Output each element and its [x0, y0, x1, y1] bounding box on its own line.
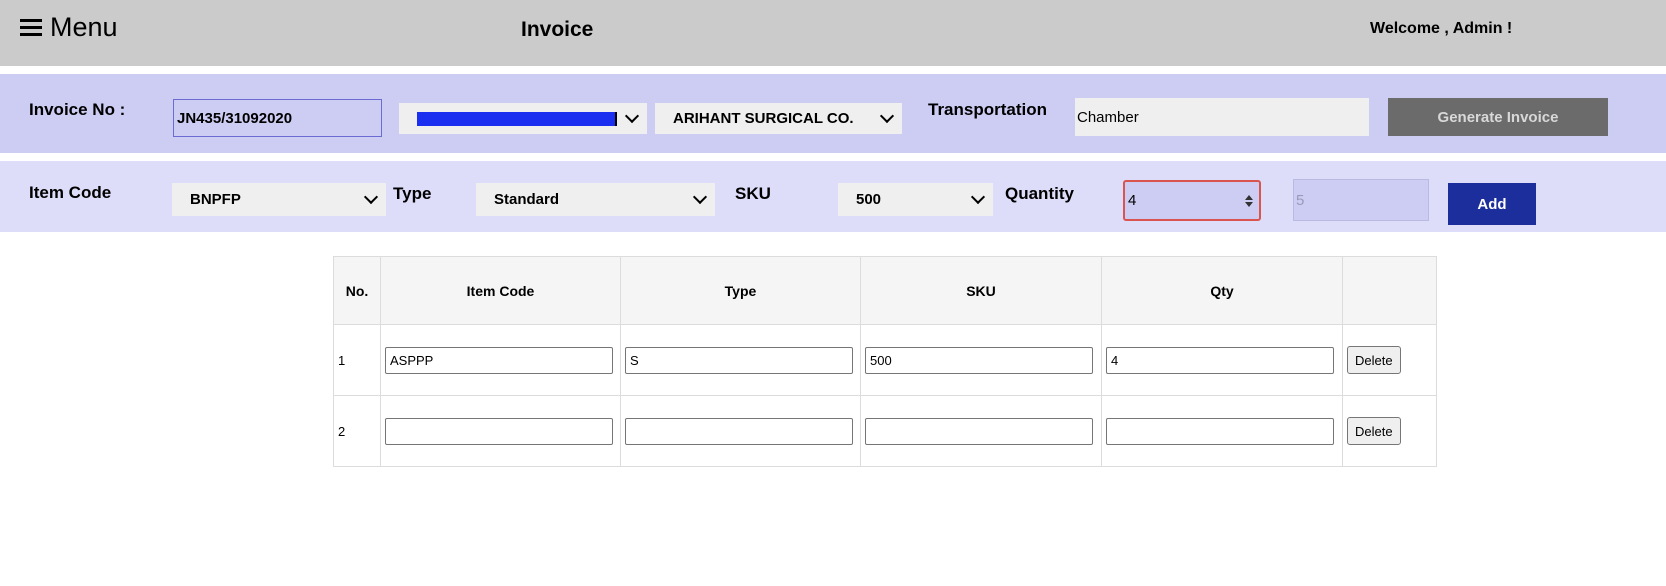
- invoice-no-label: Invoice No :: [29, 100, 126, 119]
- quantity-stepper[interactable]: 4: [1123, 180, 1261, 221]
- chevron-down-icon: [970, 189, 986, 205]
- row-sku-input[interactable]: [865, 417, 1093, 445]
- row-type-input[interactable]: S: [625, 346, 853, 374]
- divider: [0, 66, 1666, 74]
- quantity-label: Quantity: [1005, 184, 1074, 203]
- column-header-action: [1342, 256, 1437, 325]
- chevron-down-icon: [692, 189, 708, 205]
- type-label: Type: [393, 184, 432, 203]
- row-qty-input[interactable]: [1106, 417, 1334, 445]
- spinner-icon[interactable]: [1245, 194, 1253, 207]
- item-code-select-value: BNPFP: [190, 191, 241, 208]
- table-row: 1 ASPPP S 500 4 Delete: [333, 324, 1437, 396]
- generate-invoice-button[interactable]: Generate Invoice: [1388, 98, 1608, 136]
- transportation-label: Transportation: [928, 100, 1048, 119]
- menu-button[interactable]: Menu: [20, 12, 118, 43]
- column-header-sku: SKU: [860, 256, 1102, 325]
- company-select[interactable]: [399, 103, 647, 134]
- table-header-row: No. Item Code Type SKU Qty: [333, 256, 1437, 325]
- add-item-button[interactable]: Add: [1448, 183, 1536, 225]
- row-qty-input[interactable]: 4: [1106, 346, 1334, 374]
- chevron-down-icon: [363, 189, 379, 205]
- row-number: 1: [333, 324, 381, 396]
- sku-label: SKU: [735, 184, 771, 203]
- page-title: Invoice: [521, 18, 594, 41]
- items-table: No. Item Code Type SKU Qty 1 ASPPP S 500…: [333, 256, 1437, 467]
- item-code-label: Item Code: [29, 183, 112, 202]
- item-code-select[interactable]: BNPFP: [172, 183, 386, 216]
- delete-button[interactable]: Delete: [1347, 417, 1401, 445]
- row-item-code-input[interactable]: [385, 417, 613, 445]
- transportation-input[interactable]: Chamber: [1075, 98, 1369, 136]
- stock-field: 5: [1293, 179, 1429, 221]
- invoice-no-input[interactable]: JN435/31092020: [173, 99, 382, 137]
- column-header-item-code: Item Code: [380, 256, 621, 325]
- table-row: 2 Delete: [333, 395, 1437, 467]
- supplier-select-value: ARIHANT SURGICAL CO.: [673, 110, 854, 127]
- column-header-qty: Qty: [1101, 256, 1343, 325]
- row-number: 2: [333, 395, 381, 467]
- quantity-value: 4: [1128, 192, 1137, 209]
- redacted-value: [417, 111, 617, 126]
- welcome-text: Welcome , Admin !: [1370, 20, 1513, 37]
- sku-select[interactable]: 500: [838, 183, 993, 216]
- delete-button[interactable]: Delete: [1347, 346, 1401, 374]
- menu-label: Menu: [50, 12, 118, 42]
- column-header-no: No.: [333, 256, 381, 325]
- row-sku-input[interactable]: 500: [865, 346, 1093, 374]
- row-item-code-input[interactable]: ASPPP: [385, 346, 613, 374]
- sku-select-value: 500: [856, 191, 882, 208]
- type-select-value: Standard: [494, 191, 560, 208]
- chevron-down-icon: [624, 108, 640, 124]
- supplier-select[interactable]: ARIHANT SURGICAL CO.: [655, 103, 902, 134]
- hamburger-icon: [20, 15, 42, 40]
- column-header-type: Type: [620, 256, 861, 325]
- type-select[interactable]: Standard: [476, 183, 715, 216]
- chevron-down-icon: [879, 108, 895, 124]
- row-type-input[interactable]: [625, 417, 853, 445]
